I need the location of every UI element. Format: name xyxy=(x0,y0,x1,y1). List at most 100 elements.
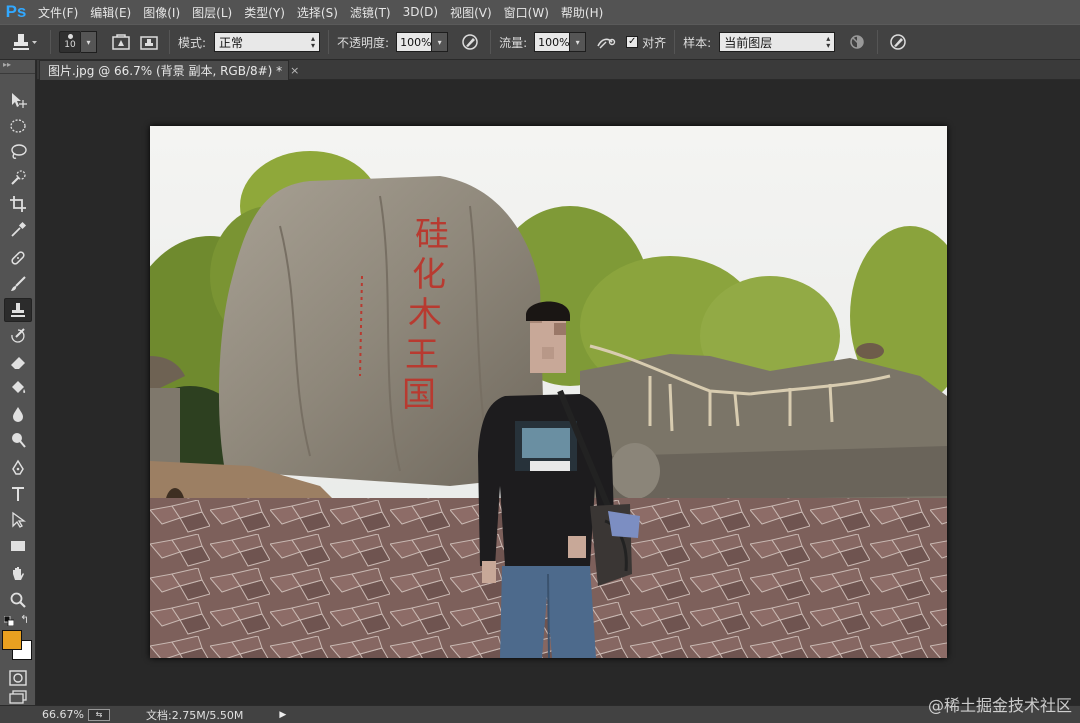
mode-label: 模式: xyxy=(178,35,207,50)
aligned-option[interactable]: ✓ 对齐 xyxy=(626,34,666,51)
aligned-label: 对齐 xyxy=(642,35,667,50)
tool-history-brush[interactable] xyxy=(4,324,32,348)
airbrush-button[interactable] xyxy=(594,30,618,54)
sample-value: 当前图层 xyxy=(724,35,773,50)
healing-brush-icon xyxy=(11,251,25,265)
separator xyxy=(169,30,170,54)
menu-edit[interactable]: 编辑(E) xyxy=(84,4,137,21)
tool-zoom[interactable] xyxy=(4,588,32,612)
opacity-label: 不透明度: xyxy=(337,35,390,50)
aligned-checkbox[interactable]: ✓ xyxy=(626,36,639,48)
tool-quick-selection[interactable] xyxy=(4,166,32,190)
tool-preset-picker[interactable] xyxy=(6,29,42,55)
quick-mask-button[interactable] xyxy=(4,666,32,690)
dodge-icon xyxy=(12,433,26,448)
photoshop-logo: Ps xyxy=(5,2,27,21)
default-colors-icon[interactable] xyxy=(3,615,15,627)
updown-arrows-icon: ▴ ▾ xyxy=(826,34,831,50)
tool-type[interactable] xyxy=(4,482,32,506)
sample-select[interactable]: 当前图层 ▴ ▾ xyxy=(719,32,836,52)
sample-label: 样本: xyxy=(683,35,712,50)
watermark: @稀土掘金技术社区 xyxy=(927,696,1072,715)
tool-spot-healing[interactable] xyxy=(4,246,32,270)
ellipse-marquee-icon xyxy=(10,119,26,133)
tool-paint-bucket[interactable] xyxy=(4,376,32,400)
screen-mode-button[interactable] xyxy=(4,690,32,704)
menu-window[interactable]: 窗口(W) xyxy=(498,4,555,21)
clone-stamp-icon xyxy=(13,34,37,50)
tool-pen[interactable] xyxy=(4,456,32,480)
tool-dodge[interactable] xyxy=(4,428,32,452)
menu-view[interactable]: 视图(V) xyxy=(444,4,498,21)
flow-slider-dropdown-icon[interactable]: ▾ xyxy=(570,32,587,52)
tools-panel: ▸▸ ↰ xyxy=(0,60,36,705)
menu-image[interactable]: 图像(I) xyxy=(137,4,186,21)
tool-blur[interactable] xyxy=(4,402,32,426)
tool-move[interactable] xyxy=(4,88,32,112)
panel-grip-icon[interactable]: ▸▸ xyxy=(0,60,35,74)
toggle-brush-panel-button[interactable] xyxy=(109,30,133,54)
tool-eraser[interactable] xyxy=(4,350,32,374)
separator xyxy=(674,30,676,54)
tool-lasso[interactable] xyxy=(4,140,32,164)
stone-char-1: 硅 xyxy=(415,215,449,255)
eraser-icon xyxy=(11,357,25,369)
tool-elliptical-marquee[interactable] xyxy=(4,114,32,138)
opacity-slider-dropdown-icon[interactable]: ▾ xyxy=(432,32,449,52)
menu-filter[interactable]: 滤镜(T) xyxy=(344,4,397,21)
updown-arrows-icon: ▴ ▾ xyxy=(311,34,316,50)
menu-layer[interactable]: 图层(L) xyxy=(186,4,238,21)
stone-char-3: 木 xyxy=(408,295,442,335)
tool-path-selection[interactable] xyxy=(4,508,32,532)
pen-pressure-size-icon xyxy=(890,34,906,50)
menu-select[interactable]: 选择(S) xyxy=(291,4,344,21)
opacity-input[interactable]: 100% xyxy=(396,32,433,52)
quick-mask-icon xyxy=(9,670,27,686)
separator xyxy=(490,30,492,54)
move-icon xyxy=(12,93,27,108)
screen-mode-icon xyxy=(9,690,27,704)
pressure-opacity-button[interactable] xyxy=(458,30,482,54)
blur-drop-icon xyxy=(13,407,23,422)
zoom-icon xyxy=(10,592,26,608)
ignore-adjustment-icon xyxy=(850,35,864,49)
document-tab[interactable]: 图片.jpg @ 66.7% (背景 副本, RGB/8#) * × xyxy=(39,60,299,80)
close-tab-icon[interactable]: × xyxy=(290,64,299,77)
pen-pressure-icon xyxy=(462,34,478,50)
flow-control[interactable]: 100% ▾ xyxy=(534,32,587,52)
canvas-area[interactable]: 硅 化 木 王 国 xyxy=(37,81,1080,705)
share-icon[interactable]: ⇆ xyxy=(88,708,110,721)
tool-hand[interactable] xyxy=(4,562,32,586)
blend-mode-select[interactable]: 正常 ▴ ▾ xyxy=(214,32,321,52)
status-menu-arrow-icon[interactable]: ▶ xyxy=(279,710,286,720)
swap-colors-icon[interactable]: ↰ xyxy=(20,613,29,626)
tool-rectangle[interactable] xyxy=(4,534,32,558)
menu-type[interactable]: 类型(Y) xyxy=(238,4,291,21)
flow-input[interactable]: 100% xyxy=(534,32,571,52)
foreground-color-swatch[interactable] xyxy=(2,630,22,650)
stone-char-4: 王 xyxy=(405,335,439,375)
menu-help[interactable]: 帮助(H) xyxy=(555,4,609,21)
menu-file[interactable]: 文件(F) xyxy=(32,4,84,21)
brush-dot-icon xyxy=(67,34,73,39)
path-selection-icon xyxy=(12,511,26,528)
zoom-level[interactable]: 66.67% xyxy=(42,708,88,721)
tool-eyedropper[interactable] xyxy=(4,218,32,242)
photo-scene: 硅 化 木 王 国 xyxy=(150,126,947,658)
stone-char-2: 化 xyxy=(412,255,446,295)
opacity-control[interactable]: 100% ▾ xyxy=(396,32,449,52)
pressure-size-button[interactable] xyxy=(886,30,910,54)
ignore-adjustment-layers-button[interactable] xyxy=(845,30,869,54)
menu-3d[interactable]: 3D(D) xyxy=(397,5,444,19)
tool-crop[interactable] xyxy=(4,192,32,216)
brush-panel-icon xyxy=(112,34,130,50)
tool-brush[interactable] xyxy=(4,272,32,296)
options-bar: 10 ▾ 模式: 正常 ▴ ▾ 不透明度: 100% ▾ 流量: 100% ▾ … xyxy=(0,24,1080,60)
document-image[interactable]: 硅 化 木 王 国 xyxy=(150,126,947,658)
clone-source-icon xyxy=(140,36,158,50)
brush-picker[interactable]: 10 ▾ xyxy=(59,31,97,53)
brush-dropdown-icon[interactable]: ▾ xyxy=(81,31,97,53)
toggle-clone-source-button[interactable] xyxy=(137,30,161,54)
tool-clone-stamp[interactable] xyxy=(4,298,32,322)
clone-stamp-icon xyxy=(11,303,25,317)
